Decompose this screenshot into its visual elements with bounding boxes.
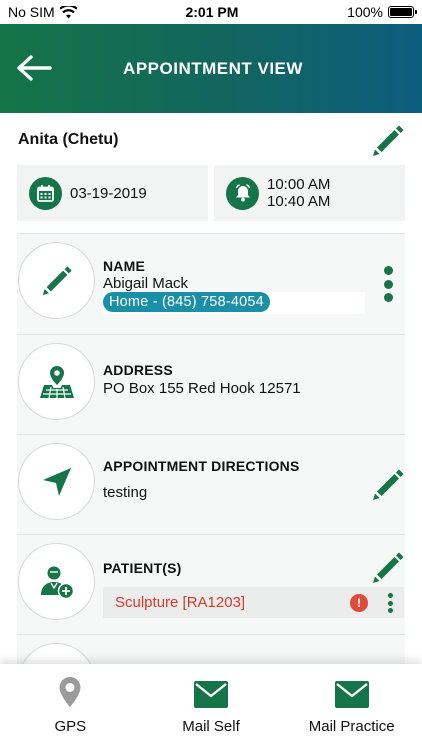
patient-item[interactable]: Sculpture [RA1203] ! [103, 587, 404, 618]
mail-icon [194, 681, 228, 708]
edit-contact-circle[interactable] [18, 242, 95, 319]
back-arrow-icon[interactable] [14, 52, 54, 84]
end-time: 10:40 AM [267, 193, 331, 210]
address-row: ADDRESS PO Box 155 Red Hook 12571 [17, 335, 405, 435]
edit-directions-icon[interactable] [370, 467, 406, 503]
directions-label: APPOINTMENT DIRECTIONS [103, 458, 300, 474]
navigation-arrow-icon [42, 467, 71, 496]
tab-gps[interactable]: GPS [0, 664, 141, 750]
patient-name: Sculpture [RA1203] [115, 594, 246, 611]
clock-text: 2:01 PM [185, 4, 239, 20]
wifi-icon [59, 5, 77, 18]
status-bar: No SIM 2:01 PM 100% [0, 0, 422, 24]
phone-link[interactable]: Home - (845) 758-4054 [103, 292, 270, 312]
map-location-circle[interactable] [18, 343, 95, 420]
address-value: PO Box 155 Red Hook 12571 [103, 380, 301, 397]
appointment-details: NAME Abigail Mack Home - (845) 758-4054 … [17, 233, 405, 720]
edit-patients-icon[interactable] [370, 550, 406, 586]
date-box[interactable]: 03-19-2019 [17, 165, 208, 221]
warning-icon[interactable]: ! [350, 594, 368, 612]
add-patient-circle[interactable] [18, 543, 95, 620]
contact-more-icon[interactable] [382, 266, 394, 302]
mail-icon [334, 681, 369, 708]
directions-row: APPOINTMENT DIRECTIONS testing [17, 435, 405, 535]
tab-gps-label: GPS [54, 718, 87, 735]
tab-mail-self[interactable]: Mail Self [141, 664, 282, 750]
patients-row: PATIENT(S) Sculpture [RA1203] ! [17, 535, 405, 635]
appointment-owner: Anita (Chetu) [18, 131, 119, 148]
map-pin-icon [59, 677, 81, 707]
phone-field: Home - (845) 758-4054 [103, 292, 365, 314]
status-right: 100% [347, 4, 417, 20]
contact-row: NAME Abigail Mack Home - (845) 758-4054 [17, 234, 405, 335]
app-header: APPOINTMENT VIEW [0, 24, 422, 113]
edit-appointment-icon[interactable] [370, 123, 406, 159]
pencil-icon [42, 265, 72, 295]
navigation-circle[interactable] [18, 443, 95, 520]
tab-mail-self-label: Mail Self [182, 718, 240, 735]
appointment-time: 10:00 AM 10:40 AM [267, 176, 330, 210]
contact-name: Abigail Mack [103, 275, 189, 292]
contact-label: NAME [103, 258, 146, 274]
tab-mail-practice-label: Mail Practice [308, 718, 395, 735]
appointment-date: 03-19-2019 [70, 184, 147, 202]
start-time: 10:00 AM [267, 176, 331, 193]
tab-mail-practice[interactable]: Mail Practice [281, 664, 422, 750]
address-label: ADDRESS [103, 362, 173, 378]
calendar-icon [29, 176, 62, 210]
battery-percent: 100% [347, 4, 383, 20]
alarm-bell-icon [226, 176, 259, 210]
patients-label: PATIENT(S) [103, 560, 182, 576]
doctor-add-icon [40, 566, 74, 599]
time-box[interactable]: 10:00 AM 10:40 AM [214, 165, 405, 221]
battery-icon [387, 6, 417, 18]
patient-more-icon[interactable] [384, 593, 396, 613]
map-location-icon [39, 365, 74, 398]
status-left: No SIM [8, 4, 77, 20]
bottom-tab-bar: GPS Mail Self Mail Practice [0, 664, 422, 750]
directions-value: testing [103, 484, 148, 501]
carrier-text: No SIM [8, 4, 55, 20]
page-title: APPOINTMENT VIEW [123, 58, 303, 78]
